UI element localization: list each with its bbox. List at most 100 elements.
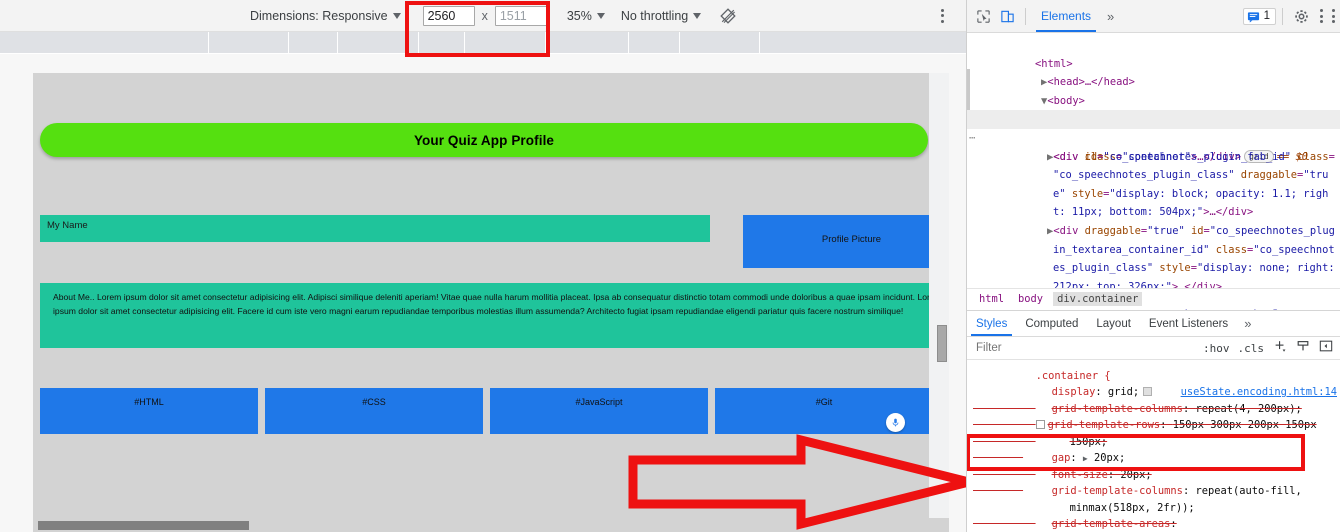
message-badge-icon[interactable]: 1 bbox=[1242, 7, 1276, 25]
css-declaration-grid-template-columns-overridden[interactable]: grid-template-columns: repeat(4, 200px); bbox=[967, 384, 1340, 415]
tab-label: Styles bbox=[976, 317, 1008, 330]
breadcrumb-div-container[interactable]: div.container bbox=[1053, 292, 1143, 306]
devtools-panel: Elements » 1 <html> ▶<head>…</head> ▼<bo… bbox=[966, 0, 1340, 532]
device-mode-pane: Dimensions: Responsive x 35% No throttli… bbox=[0, 0, 966, 532]
tag-label: #HTML bbox=[134, 397, 164, 407]
css-declaration-font-size[interactable]: font-size: 20px; bbox=[967, 450, 1340, 481]
styles-pane-tabbar: Styles Computed Layout Event Listeners » bbox=[967, 311, 1340, 337]
dom-node-fab[interactable]: ▶<div id="co_speechnotes_plugin_fab_id" … bbox=[967, 129, 1340, 163]
chevron-down-icon bbox=[596, 12, 605, 19]
dom-node-textarea[interactable]: ▶<div draggable="true" id="co_speechnote… bbox=[967, 203, 1340, 237]
zoom-value: 35% bbox=[566, 8, 592, 23]
tab-styles[interactable]: Styles bbox=[967, 311, 1016, 336]
dom-node-head[interactable]: ▶<head>…</head> bbox=[967, 55, 1340, 88]
css-declaration-grid-template-rows-wrap: 150px; bbox=[1069, 435, 1108, 448]
about-me-box: About Me.. Lorem ipsum dolor sit amet co… bbox=[40, 283, 949, 348]
devtools-screenshot: Dimensions: Responsive x 35% No throttli… bbox=[0, 0, 1340, 532]
page-title: Your Quiz App Profile bbox=[413, 132, 555, 148]
css-declaration-grid-template-areas-wrap: "header header header picture" bbox=[967, 516, 1340, 532]
breadcrumb-html[interactable]: html bbox=[975, 292, 1008, 306]
dimensions-label: Dimensions: Responsive bbox=[250, 8, 388, 23]
name-label: My Name bbox=[47, 220, 88, 231]
kebab-menu-icon[interactable] bbox=[1313, 7, 1329, 25]
throttling-dropdown[interactable]: No throttling bbox=[620, 8, 702, 23]
dom-node-fab-cont2: e" style="display: block; opacity: 1.1; … bbox=[1053, 187, 1329, 200]
css-declaration-grid-template-rows[interactable]: grid-template-rows: 150px 300px 200px 15… bbox=[967, 401, 1340, 431]
page-horizontal-scrollbar-thumb[interactable] bbox=[38, 521, 249, 530]
tab-label: Computed bbox=[1025, 317, 1079, 330]
css-declarations-list[interactable]: .container { useState.encoding.html:14 d… bbox=[967, 360, 1340, 532]
style-toggle-icon[interactable] bbox=[1296, 339, 1310, 358]
tag-label: #Git bbox=[815, 397, 833, 407]
gear-icon[interactable] bbox=[1289, 4, 1313, 28]
dom-node-fab-cont: "co_speechnotes_plugin_class" draggable=… bbox=[1053, 169, 1329, 182]
chevron-double-right-icon[interactable]: » bbox=[1237, 316, 1258, 331]
dom-node-fab-cont3: t: 11px; bottom: 504px;">…</div> bbox=[1053, 206, 1254, 219]
inspect-element-icon[interactable] bbox=[971, 4, 995, 28]
throttling-value: No throttling bbox=[620, 8, 689, 23]
tab-event-listeners[interactable]: Event Listeners bbox=[1140, 311, 1237, 336]
tab-label: Elements bbox=[1041, 9, 1092, 23]
page-vertical-scrollbar-thumb[interactable] bbox=[937, 325, 947, 362]
css-declaration-grid-template-areas[interactable]: grid-template-areas: bbox=[967, 500, 1340, 530]
viewport-height-input[interactable] bbox=[494, 5, 547, 26]
css-declaration-grid-template-columns-active-wrap: minmax(518px, 2fr)); bbox=[1069, 501, 1195, 514]
plus-icon[interactable] bbox=[1273, 339, 1287, 358]
tag-javascript[interactable]: #JavaScript bbox=[490, 388, 708, 434]
css-declaration-gap[interactable]: gap: ▶ 20px; bbox=[967, 434, 1340, 464]
styles-filter-row: :hov .cls bbox=[967, 337, 1340, 360]
device-emulation-toolbar: Dimensions: Responsive x 35% No throttli… bbox=[0, 0, 966, 32]
profile-picture-box[interactable]: Profile Picture bbox=[743, 215, 949, 268]
hover-state-button[interactable]: :hov bbox=[1203, 342, 1230, 355]
tag-html[interactable]: #HTML bbox=[40, 388, 258, 434]
dimensions-dropdown[interactable]: Dimensions: Responsive bbox=[250, 9, 401, 23]
viewport-width-input[interactable] bbox=[422, 5, 475, 26]
tag-css[interactable]: #CSS bbox=[265, 388, 483, 434]
microphone-icon[interactable] bbox=[886, 413, 905, 432]
chevron-double-right-icon[interactable]: » bbox=[1100, 9, 1121, 24]
zoom-dropdown[interactable]: 35% bbox=[567, 9, 605, 23]
devtools-tabbar: Elements » 1 bbox=[967, 0, 1340, 33]
about-me-text: About Me.. Lorem ipsum dolor sit amet co… bbox=[53, 292, 945, 316]
collapse-sidebar-icon[interactable] bbox=[1319, 339, 1333, 358]
tab-computed[interactable]: Computed bbox=[1016, 311, 1087, 336]
tag-git[interactable]: #Git bbox=[715, 388, 933, 434]
tab-elements[interactable]: Elements bbox=[1032, 0, 1100, 32]
class-button[interactable]: .cls bbox=[1238, 342, 1265, 355]
dom-node-h1[interactable]: <h1>Your Quiz App Profile</h1> bbox=[967, 92, 1340, 125]
kebab-menu-icon[interactable] bbox=[934, 7, 950, 25]
name-field[interactable]: My Name bbox=[40, 215, 710, 242]
message-count: 1 bbox=[1263, 10, 1270, 22]
dom-node-html[interactable]: <html> bbox=[967, 36, 1340, 70]
dom-node-textarea-cont2: es_plugin_class" style="display: none; r… bbox=[1053, 262, 1335, 275]
dom-tree[interactable]: <html> ▶<head>…</head> ▼<body> <h1>Your … bbox=[967, 33, 1340, 310]
dom-node-textarea-cont: in_textarea_container_id" class="co_spee… bbox=[1053, 243, 1335, 256]
css-rule-selector-line: .container { useState.encoding.html:14 bbox=[967, 360, 1340, 399]
rotate-icon[interactable] bbox=[719, 7, 737, 25]
kebab-menu-icon-overflow[interactable] bbox=[1329, 7, 1337, 25]
profile-header-banner: Your Quiz App Profile bbox=[40, 123, 928, 157]
viewport-ruler[interactable] bbox=[0, 32, 966, 54]
device-toolbar-icon[interactable] bbox=[995, 4, 1019, 28]
skill-tags-row: #HTML #CSS #JavaScript #Git bbox=[40, 388, 949, 434]
css-declaration-grid-template-columns-active[interactable]: grid-template-columns: repeat(auto-fill, bbox=[967, 467, 1340, 497]
chevron-down-icon bbox=[392, 12, 401, 19]
tag-label: #CSS bbox=[362, 397, 386, 407]
annotation-arrow bbox=[628, 434, 966, 530]
tag-label: #JavaScript bbox=[575, 397, 623, 407]
breadcrumb-body[interactable]: body bbox=[1014, 292, 1047, 306]
chevron-down-icon bbox=[693, 12, 702, 19]
tab-label: Layout bbox=[1096, 317, 1131, 330]
toolbar-divider bbox=[1282, 7, 1283, 25]
css-declaration-display[interactable]: display: grid; bbox=[967, 368, 1340, 398]
profile-picture-label: Profile Picture bbox=[821, 234, 882, 245]
styles-pane: Styles Computed Layout Event Listeners »… bbox=[967, 310, 1340, 532]
dom-node-body[interactable]: ▼<body> bbox=[967, 73, 1340, 107]
toolbar-divider bbox=[1025, 7, 1026, 25]
dimension-separator: x bbox=[481, 8, 488, 23]
breadcrumb: html body div.container bbox=[967, 288, 1340, 309]
dom-node-textarea-cont3: 212px; top: 326px;">…</div> bbox=[1053, 280, 1222, 293]
styles-filter-input[interactable] bbox=[967, 342, 1162, 354]
dom-node-container-selected[interactable]: ⋯ ▶<div class="container">…</div> grid == … bbox=[967, 110, 1340, 163]
tab-layout[interactable]: Layout bbox=[1087, 311, 1140, 336]
